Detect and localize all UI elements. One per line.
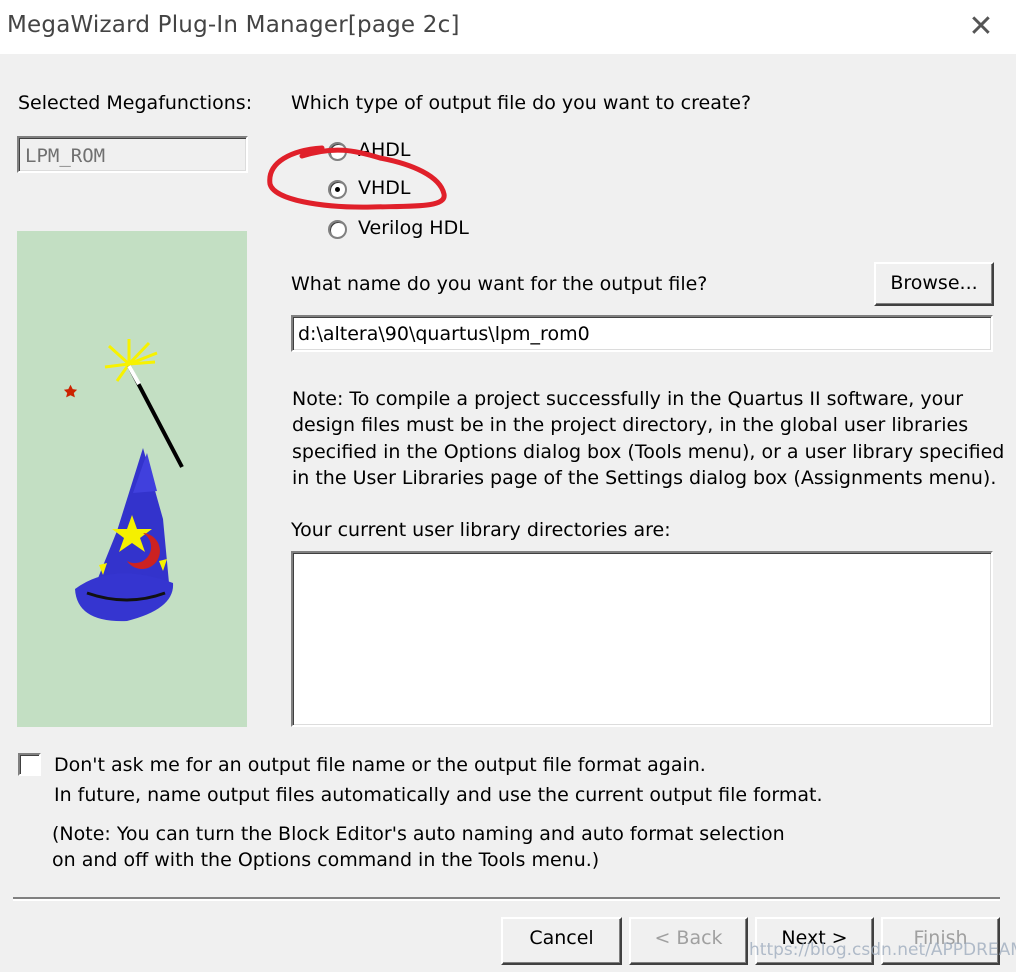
output-file-question: What name do you want for the output fil… — [291, 273, 708, 295]
radio-verilog-hdl-label[interactable]: Verilog HDL — [358, 217, 469, 239]
browse-button[interactable]: Browse... — [874, 262, 994, 306]
watermark: https://blog.csdn.net/APPDREAMER — [749, 940, 1016, 960]
radio-ahdl-label[interactable]: AHDL — [358, 139, 411, 161]
radio-ahdl[interactable] — [328, 142, 347, 161]
window-title: MegaWizard Plug-In Manager[page 2c] — [7, 12, 460, 38]
close-icon[interactable]: ✕ — [962, 8, 1000, 46]
output-type-question: Which type of output file do you want to… — [291, 92, 752, 114]
back-button-label: < Back — [654, 927, 723, 949]
library-directories-label: Your current user library directories ar… — [291, 519, 671, 541]
back-button: < Back — [629, 917, 748, 965]
selected-megafunction-value: LPM_ROM — [25, 145, 106, 167]
browse-button-label: Browse... — [890, 272, 978, 294]
radio-vhdl-label[interactable]: VHDL — [358, 177, 411, 199]
note-line-3: specified in the Options dialog box (Too… — [292, 441, 1005, 463]
auto-naming-note-line-1: (Note: You can turn the Block Editor's a… — [52, 823, 785, 845]
footer-separator — [13, 897, 1000, 901]
wizard-hat-icon — [63, 339, 184, 622]
dont-ask-checkbox[interactable] — [18, 753, 41, 776]
note-line-4: in the User Libraries page of the Settin… — [292, 467, 997, 489]
radio-vhdl[interactable] — [328, 180, 347, 199]
selected-megafunctions-label: Selected Megafunctions: — [18, 92, 253, 114]
output-file-value: d:\altera\90\quartus\lpm_rom0 — [298, 323, 590, 345]
note-line-2: design files must be in the project dire… — [292, 414, 969, 436]
note-line-1: Note: To compile a project successfully … — [292, 388, 964, 410]
dont-ask-description: In future, name output files automatical… — [54, 784, 823, 806]
auto-naming-note-line-2: on and off with the Options command in t… — [52, 849, 600, 871]
wizard-art — [17, 231, 247, 727]
library-directories-list[interactable] — [291, 551, 993, 727]
title-bar: MegaWizard Plug-In Manager[page 2c] ✕ — [0, 0, 1016, 54]
selected-megafunction-field: LPM_ROM — [17, 136, 248, 173]
cancel-button-label: Cancel — [529, 927, 594, 949]
cancel-button[interactable]: Cancel — [501, 917, 622, 965]
radio-verilog-hdl[interactable] — [328, 220, 347, 239]
output-file-input[interactable]: d:\altera\90\quartus\lpm_rom0 — [291, 315, 993, 352]
sparkle-icon — [104, 339, 158, 382]
dont-ask-label[interactable]: Don't ask me for an output file name or … — [54, 754, 706, 776]
